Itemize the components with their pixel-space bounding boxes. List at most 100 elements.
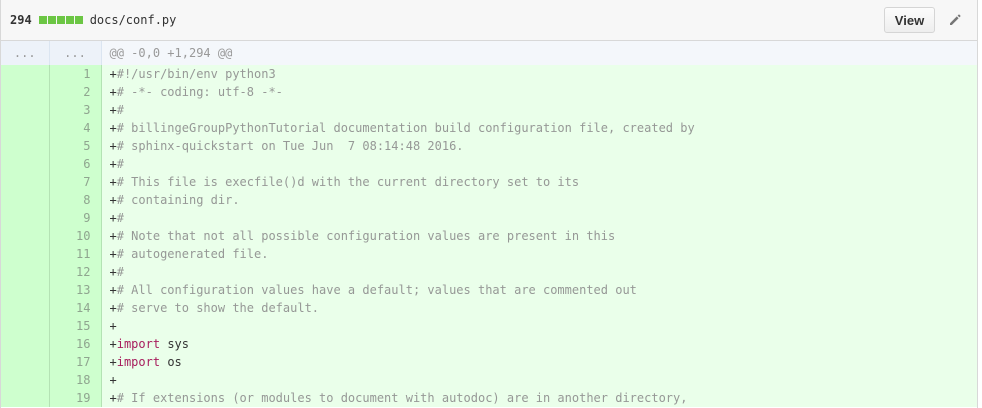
addition-marker: + <box>109 85 117 99</box>
diffstat-block-added <box>47 16 56 24</box>
old-line-number <box>1 137 50 155</box>
old-line-number <box>1 389 50 407</box>
file-path[interactable]: docs/conf.py <box>90 13 177 27</box>
hunk-header: @@ -0,0 +1,294 @@ <box>101 41 977 65</box>
code-line: +# Note that not all possible configurat… <box>101 227 977 245</box>
new-line-number[interactable]: 6 <box>49 155 102 173</box>
addition-marker: + <box>109 157 117 171</box>
code-comment: # <box>116 157 124 171</box>
new-line-number[interactable]: 8 <box>49 191 102 209</box>
code-comment: # autogenerated file. <box>116 247 269 261</box>
addition-marker: + <box>109 355 117 369</box>
addition-marker: + <box>109 283 117 297</box>
new-line-number[interactable]: 4 <box>49 119 102 137</box>
new-line-number[interactable]: 19 <box>49 389 102 407</box>
code-line: +# This file is execfile()d with the cur… <box>101 173 977 191</box>
new-line-number[interactable]: 18 <box>49 371 102 389</box>
code-comment: # -*- coding: utf-8 -*- <box>116 85 283 99</box>
code-line: +#!/usr/bin/env python3 <box>101 65 977 83</box>
old-line-number <box>1 173 50 191</box>
old-line-number <box>1 65 50 83</box>
code-comment: # containing dir. <box>116 193 240 207</box>
code-line: +# <box>101 209 977 227</box>
diff-line: 15 + <box>1 317 977 335</box>
new-line-number[interactable]: 15 <box>49 317 102 335</box>
code-line: +# All configuration values have a defau… <box>101 281 977 299</box>
hunk-expander-new[interactable]: ... <box>49 41 102 65</box>
new-line-number[interactable]: 2 <box>49 83 102 101</box>
diff-line: 2 +# -*- coding: utf-8 -*- <box>1 83 977 101</box>
diff-line: 6 +# <box>1 155 977 173</box>
addition-marker: + <box>109 301 117 315</box>
addition-marker: + <box>109 337 117 351</box>
edit-file-button[interactable] <box>945 10 965 30</box>
old-line-number <box>1 101 50 119</box>
code-line: +# containing dir. <box>101 191 977 209</box>
diff-line: 1 +#!/usr/bin/env python3 <box>1 65 977 83</box>
new-line-number[interactable]: 13 <box>49 281 102 299</box>
new-line-number[interactable]: 9 <box>49 209 102 227</box>
code-line: +import sys <box>101 335 977 353</box>
old-line-number <box>1 155 50 173</box>
new-line-number[interactable]: 3 <box>49 101 102 119</box>
code-line: +# If extensions (or modules to document… <box>101 389 977 407</box>
new-line-number[interactable]: 1 <box>49 65 102 83</box>
new-line-number[interactable]: 12 <box>49 263 102 281</box>
diff-line: 8 +# containing dir. <box>1 191 977 209</box>
code-line: +# -*- coding: utf-8 -*- <box>101 83 977 101</box>
view-file-button[interactable]: View <box>884 7 935 33</box>
addition-marker: + <box>109 265 117 279</box>
addition-marker: + <box>109 373 117 387</box>
diff-change-count: 294 <box>10 13 32 27</box>
new-line-number[interactable]: 7 <box>49 173 102 191</box>
new-line-number[interactable]: 5 <box>49 137 102 155</box>
code-line: +# autogenerated file. <box>101 245 977 263</box>
addition-marker: + <box>109 103 117 117</box>
old-line-number <box>1 335 50 353</box>
addition-marker: + <box>109 211 117 225</box>
code-comment: # sphinx-quickstart on Tue Jun 7 08:14:4… <box>116 139 464 153</box>
diffstat-block-added <box>74 16 83 24</box>
code-line: +# billingeGroupPythonTutorial documenta… <box>101 119 977 137</box>
diff-line: 19 +# If extensions (or modules to docume… <box>1 389 977 407</box>
code-keyword: import <box>116 337 161 351</box>
diff-line: 10 +# Note that not all possible configur… <box>1 227 977 245</box>
code-comment: # <box>116 103 124 117</box>
code-comment: # All configuration values have a defaul… <box>116 283 637 297</box>
addition-marker: + <box>109 175 117 189</box>
new-line-number[interactable]: 10 <box>49 227 102 245</box>
code-line: +import os <box>101 353 977 371</box>
old-line-number <box>1 209 50 227</box>
new-line-number[interactable]: 14 <box>49 299 102 317</box>
code-line: +# <box>101 155 977 173</box>
new-line-number[interactable]: 16 <box>49 335 102 353</box>
hunk-expander-old[interactable]: ... <box>1 41 50 65</box>
code-line: +# serve to show the default. <box>101 299 977 317</box>
new-line-number[interactable]: 11 <box>49 245 102 263</box>
old-line-number <box>1 317 50 335</box>
diff-line: 4 +# billingeGroupPythonTutorial document… <box>1 119 977 137</box>
diffstat-block-added <box>56 16 65 24</box>
code-text: sys <box>160 337 189 351</box>
old-line-number <box>1 371 50 389</box>
code-line: +# <box>101 263 977 281</box>
addition-marker: + <box>109 229 117 243</box>
code-line: + <box>101 371 977 389</box>
diff-line: 13 +# All configuration values have a def… <box>1 281 977 299</box>
code-line: +# sphinx-quickstart on Tue Jun 7 08:14:… <box>101 137 977 155</box>
old-line-number <box>1 263 50 281</box>
code-comment: # billingeGroupPythonTutorial documentat… <box>116 121 695 135</box>
diff-line: 9 +# <box>1 209 977 227</box>
code-line: +# <box>101 101 977 119</box>
diffstat-bar <box>38 16 83 24</box>
code-line: + <box>101 317 977 335</box>
diffstat-block-added <box>38 16 47 24</box>
diff-file: 294 docs/conf.py View ... ... @@ -0,0 +1… <box>0 0 978 408</box>
pencil-icon <box>950 14 961 25</box>
code-keyword: import <box>116 355 161 369</box>
diff-line: 11 +# autogenerated file. <box>1 245 977 263</box>
old-line-number <box>1 227 50 245</box>
diffstat-block-added <box>65 16 74 24</box>
new-line-number[interactable]: 17 <box>49 353 102 371</box>
addition-marker: + <box>109 67 117 81</box>
